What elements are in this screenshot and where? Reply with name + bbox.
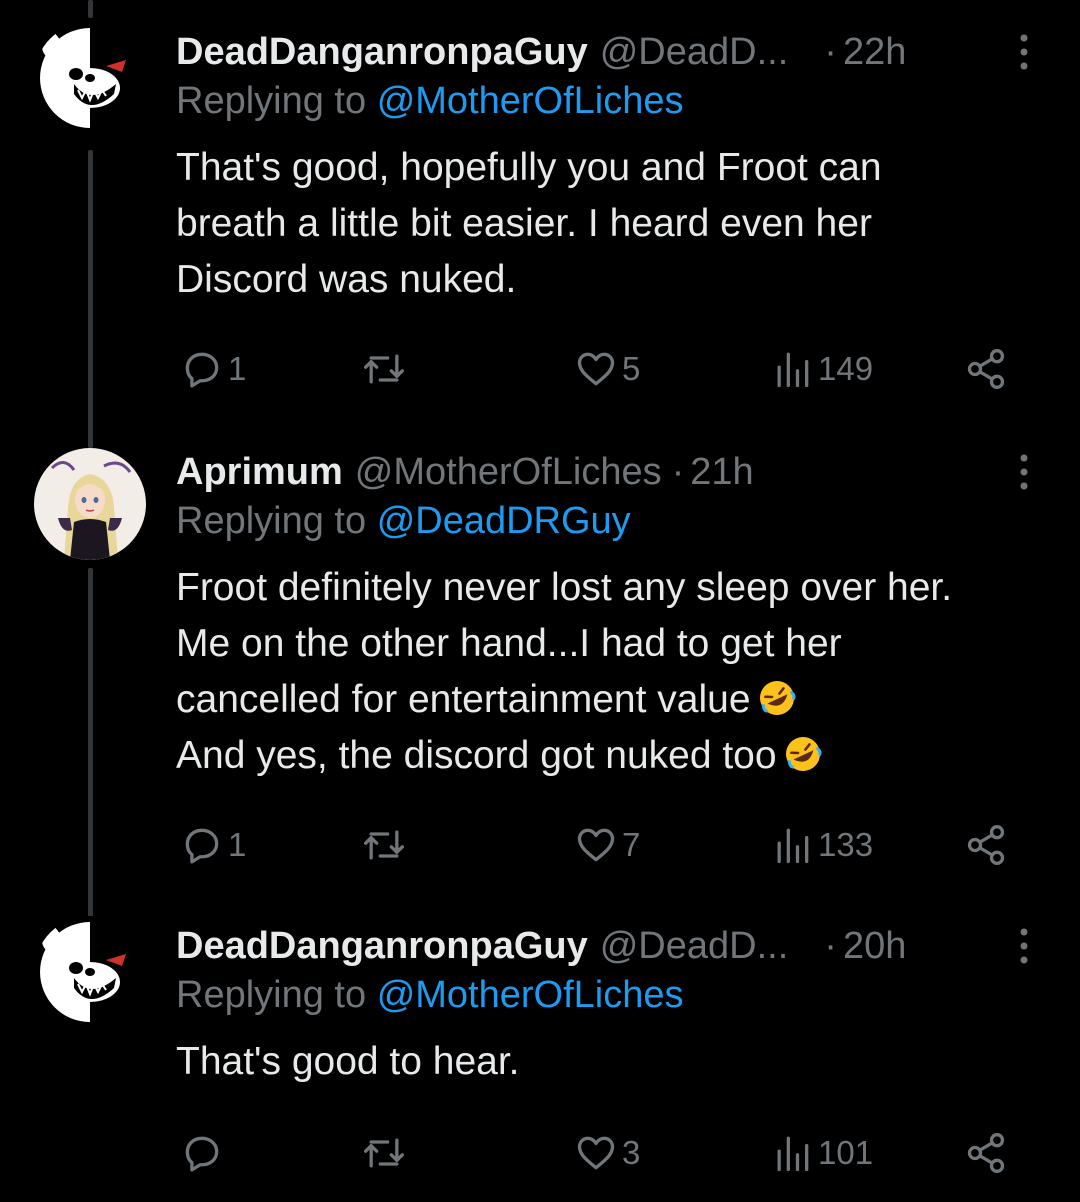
more-icon[interactable] — [1012, 28, 1036, 76]
thread-line — [88, 0, 93, 18]
tweet-header: Aprimum @MotherOfLiches · 21h — [176, 442, 1024, 502]
retweet-icon — [364, 1138, 404, 1168]
retweet-icon — [364, 354, 404, 384]
reply-count: 1 — [228, 350, 247, 387]
tweet-text-line: That's good, hopefully you and Froot can — [176, 146, 882, 189]
tweet-text-span: cancelled for entertainment value — [176, 678, 751, 721]
mention-link[interactable]: @MotherOfLiches — [377, 974, 684, 1016]
heart-icon — [577, 1136, 615, 1170]
views-button[interactable]: 133 — [770, 820, 873, 870]
share-button[interactable] — [964, 820, 1008, 870]
retweet-button[interactable] — [362, 1128, 410, 1178]
monokuma-avatar-icon — [34, 22, 146, 134]
more-icon[interactable] — [1012, 922, 1036, 970]
mention-link[interactable]: @MotherOfLiches — [377, 80, 684, 122]
reply-button[interactable]: 1 — [180, 820, 246, 870]
mention-link[interactable]: @DeadDRGuy — [377, 500, 631, 542]
rolling-laughing-emoji-icon — [759, 681, 796, 715]
monokuma-avatar-icon — [34, 916, 146, 1028]
views-icon — [777, 1136, 809, 1172]
reply-count: 1 — [228, 826, 247, 863]
rolling-laughing-emoji-icon — [785, 737, 822, 771]
display-name[interactable]: DeadDanganronpaGuy — [176, 31, 588, 74]
separator-dot: · — [824, 924, 837, 967]
timestamp[interactable]: 21h — [690, 451, 753, 494]
share-button[interactable] — [964, 344, 1008, 394]
heart-icon — [577, 828, 615, 862]
tweet-header: DeadDanganronpaGuy @DeadD... · 22h — [176, 22, 1024, 82]
display-name[interactable]: Aprimum — [176, 451, 343, 494]
reply-icon — [185, 1136, 219, 1172]
like-button[interactable]: 3 — [574, 1128, 640, 1178]
views-count: 101 — [818, 1134, 874, 1171]
share-icon — [967, 349, 1005, 389]
tweet-text: That's good to hear. — [176, 1034, 1056, 1090]
views-button[interactable]: 149 — [770, 344, 873, 394]
tweet-text: That's good, hopefully you and Froot can… — [176, 140, 1056, 308]
views-button[interactable]: 101 — [770, 1128, 873, 1178]
user-handle[interactable]: @DeadD... — [600, 31, 789, 74]
more-icon[interactable] — [1012, 448, 1036, 496]
retweet-icon — [364, 830, 404, 860]
reply-icon — [185, 352, 219, 388]
anime-girl-avatar-icon — [34, 448, 146, 560]
avatar[interactable] — [34, 22, 146, 134]
action-bar: 3 101 — [0, 1128, 1080, 1178]
tweet-text-line: Discord was nuked. — [176, 258, 517, 301]
display-name[interactable]: DeadDanganronpaGuy — [176, 925, 588, 968]
like-count: 7 — [622, 826, 641, 863]
tweet-text-line: And yes, the discord got nuked too — [176, 728, 1056, 784]
retweet-button[interactable] — [362, 820, 410, 870]
like-count: 5 — [622, 350, 641, 387]
avatar[interactable] — [34, 916, 146, 1028]
timestamp[interactable]: 22h — [843, 31, 906, 74]
reply-button[interactable] — [180, 1128, 228, 1178]
user-handle[interactable]: @MotherOfLiches — [355, 451, 662, 494]
like-button[interactable]: 7 — [574, 820, 640, 870]
action-bar: 1 7 133 — [0, 820, 1080, 870]
views-icon — [777, 352, 809, 388]
like-button[interactable]: 5 — [574, 344, 640, 394]
timestamp[interactable]: 20h — [843, 925, 906, 968]
replying-to: Replying to @DeadDRGuy — [176, 500, 631, 543]
retweet-button[interactable] — [362, 344, 410, 394]
replying-to: Replying to @MotherOfLiches — [176, 974, 684, 1017]
views-count: 149 — [818, 350, 874, 387]
views-count: 133 — [818, 826, 874, 863]
reply-button[interactable]: 1 — [180, 344, 246, 394]
tweet-text: Froot definitely never lost any sleep ov… — [176, 560, 1056, 784]
reply-icon — [185, 828, 219, 864]
share-icon — [967, 1133, 1005, 1173]
tweet-text-line: breath a little bit easier. I heard even… — [176, 202, 872, 245]
tweet-text-line: Me on the other hand...I had to get her — [176, 622, 842, 665]
user-handle[interactable]: @DeadD... — [600, 925, 789, 968]
tweet-text-span: And yes, the discord got nuked too — [176, 734, 777, 777]
replying-to-label: Replying to — [176, 974, 367, 1016]
tweet-header: DeadDanganronpaGuy @DeadD... · 20h — [176, 916, 1024, 976]
avatar[interactable] — [34, 448, 146, 560]
replying-to-label: Replying to — [176, 500, 367, 542]
like-count: 3 — [622, 1134, 641, 1171]
replying-to: Replying to @MotherOfLiches — [176, 80, 684, 123]
heart-icon — [577, 352, 615, 386]
tweet-text-line: Froot definitely never lost any sleep ov… — [176, 566, 953, 609]
thread-line — [88, 150, 93, 448]
replying-to-label: Replying to — [176, 80, 367, 122]
separator-dot: · — [671, 450, 685, 493]
share-button[interactable] — [964, 1128, 1008, 1178]
views-icon — [777, 828, 809, 864]
action-bar: 1 5 149 — [0, 344, 1080, 394]
tweet-text-line: That's good to hear. — [176, 1040, 520, 1083]
tweet-text-line: cancelled for entertainment value — [176, 672, 1056, 728]
separator-dot: · — [824, 30, 837, 73]
share-icon — [967, 825, 1005, 865]
